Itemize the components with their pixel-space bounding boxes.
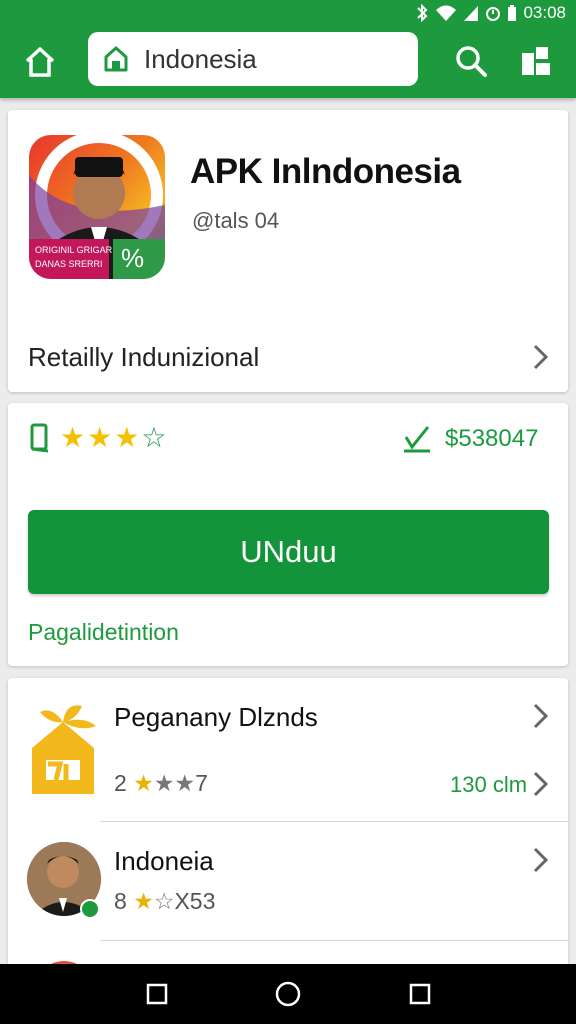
status-time: 03:08 [523,3,566,22]
battery-icon [508,5,517,21]
chevron-right-icon [533,344,549,370]
price-label: $538047 [445,425,539,452]
category-label: Retailly Indunizional [28,342,260,372]
edit-icon[interactable] [402,423,432,453]
star-icon: ★ [114,422,142,453]
chevron-right-icon [533,847,549,873]
star-empty-icon: ☆ [153,888,175,914]
signal-icon [464,6,479,21]
related-apps-card: Peganany Dlznds 2 ★★★7 130 clm Indoneia … [8,678,568,978]
list-item-title: Indoneia [114,846,214,876]
download-button[interactable]: UNduu [28,510,549,594]
rating-prefix: 8 [114,888,127,914]
install-card: ★★★☆ $538047 UNduu Pagalidetintion [8,403,568,666]
list-item-size: 130 clm [450,772,528,797]
app-title: APK Inlndonesia [190,152,461,191]
list-item[interactable]: Peganany Dlznds 2 ★★★7 130 clm [8,678,568,821]
share-icon[interactable] [520,43,552,77]
list-item-title: Peganany Dlznds [114,702,318,732]
status-bar: 03:08 [0,0,576,26]
lock-icon [104,46,128,72]
recents-icon[interactable] [145,982,169,1006]
chevron-right-icon [533,771,549,797]
chevron-right-icon [533,703,549,729]
bluetooth-icon [417,4,428,22]
star-icon: ★ [60,422,88,453]
rating-suffix: X53 [174,888,216,914]
system-nav-bar [0,964,576,1024]
app-bar: Indonesia [0,26,576,98]
star-icon: ★ [87,422,115,453]
square-icon[interactable] [408,982,432,1006]
icon-text-bottom: DANAS SRERRI [35,259,103,269]
app-header-card: ORIGINIL GRIGAR DANAS SRERRI % APK Inlnd… [8,110,568,392]
stats-row: ★★★☆ $538047 [8,421,568,465]
phone-icon [30,423,49,453]
rating-suffix: 7 [195,770,208,796]
list-item[interactable]: Indoneia 8 ★☆X53 [8,822,568,940]
star-icon: ★ [133,888,154,914]
app-icon: ORIGINIL GRIGAR DANAS SRERRI % [29,135,165,279]
search-box[interactable]: Indonesia [88,32,418,86]
home-circle-icon[interactable] [275,981,301,1007]
alarm-icon [486,7,501,21]
category-row[interactable]: Retailly Indunizional [8,332,568,382]
rating-prefix: 2 [114,770,127,796]
app-developer-handle[interactable]: @tals 04 [192,208,279,234]
home-icon[interactable] [22,44,58,80]
icon-text-top: ORIGINIL GRIGAR [35,245,113,255]
star-icon: ★★ [153,770,196,796]
wifi-icon [436,5,457,21]
star-half-icon: ☆ [141,422,169,453]
list-item-rating: 2 ★★★7 [114,770,208,797]
search-query: Indonesia [144,43,257,74]
search-icon[interactable] [454,44,488,78]
house-plant-icon [32,705,96,794]
details-link[interactable]: Pagalidetintion [28,619,179,646]
rating-stars: ★★★☆ [60,421,168,454]
star-icon: ★ [133,770,154,796]
list-item-rating: 8 ★☆X53 [114,888,215,915]
svg-text:%: % [121,243,144,273]
verified-badge-icon [80,899,100,919]
